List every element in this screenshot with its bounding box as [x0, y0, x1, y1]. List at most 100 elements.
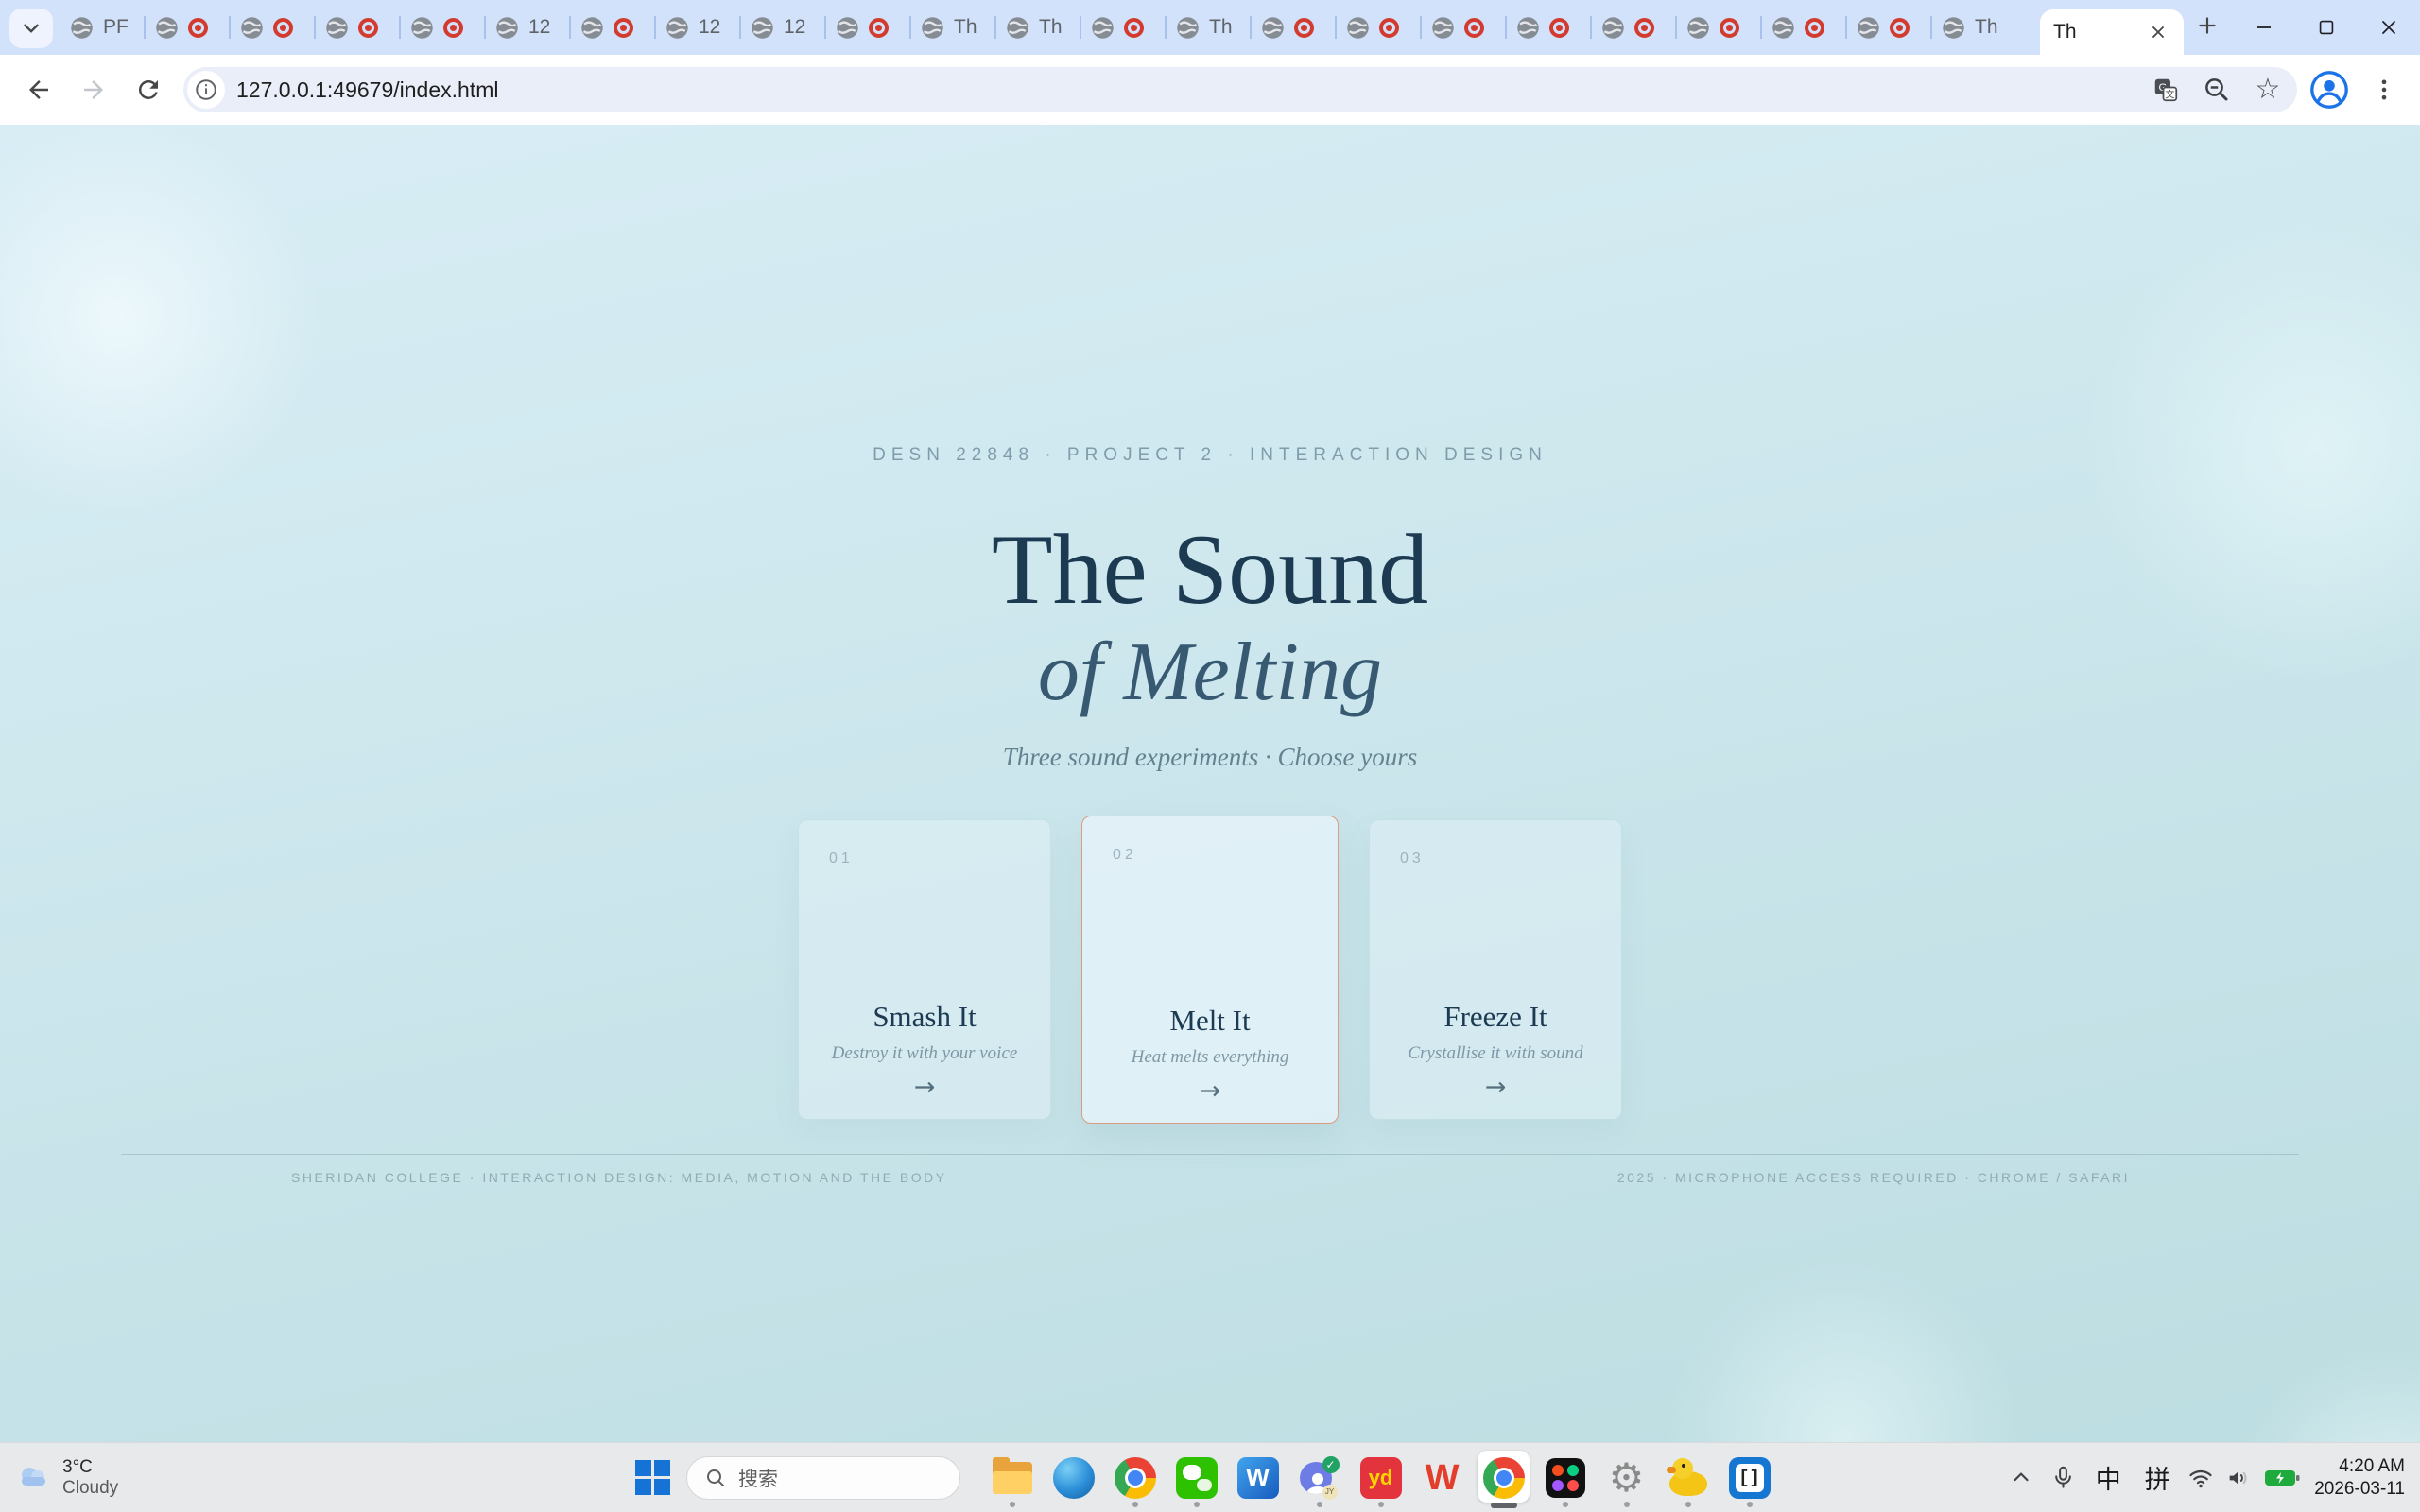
browser-tab[interactable]	[1250, 0, 1335, 55]
rubber-duck-icon[interactable]	[1657, 1447, 1719, 1509]
translate-button[interactable]: G文	[2146, 70, 2186, 110]
wechat-icon[interactable]	[1166, 1447, 1227, 1509]
running-indicator	[1194, 1502, 1200, 1507]
browser-tab[interactable]: Th	[994, 0, 1080, 55]
edge-icon[interactable]	[1043, 1447, 1104, 1509]
browser-tab[interactable]	[1675, 0, 1760, 55]
arrow-right-icon[interactable]: →	[1082, 1076, 1338, 1106]
microphone-tray-button[interactable]	[2042, 1453, 2083, 1503]
weather-condition: Cloudy	[62, 1478, 118, 1499]
reload-button[interactable]	[123, 64, 174, 115]
svg-text:文: 文	[2165, 88, 2174, 100]
word-icon[interactable]: W	[1227, 1447, 1288, 1509]
close-tab-icon[interactable]	[2146, 20, 2170, 44]
close-window-button[interactable]	[2358, 0, 2420, 55]
wifi-button[interactable]	[2182, 1453, 2220, 1503]
start-button[interactable]	[626, 1449, 679, 1507]
taskbar-search[interactable]: 搜索	[686, 1456, 960, 1500]
browser-tab[interactable]: 12	[654, 0, 739, 55]
arrow-right-icon[interactable]: →	[1370, 1073, 1621, 1102]
bracket-app-icon[interactable]: []	[1719, 1447, 1780, 1509]
browser-tab[interactable]: 12	[739, 0, 824, 55]
browser-tab[interactable]	[229, 0, 314, 55]
footer-left-text: SHERIDAN COLLEGE · INTERACTION DESIGN: M…	[291, 1170, 947, 1185]
weather-widget[interactable]: 3°C Cloudy	[15, 1457, 118, 1499]
volume-button[interactable]	[2220, 1453, 2257, 1503]
ime-mode-button[interactable]: 拼	[2133, 1453, 2182, 1503]
new-tab-button[interactable]	[2186, 4, 2229, 47]
url-text[interactable]: 127.0.0.1:49679/index.html	[236, 77, 2135, 103]
browser-tab[interactable]	[1590, 0, 1675, 55]
tray-overflow-button[interactable]	[2000, 1453, 2042, 1503]
active-tab[interactable]: Th	[2040, 9, 2184, 55]
running-indicator	[1563, 1502, 1568, 1507]
wps-icon[interactable]: W	[1411, 1447, 1473, 1509]
recording-indicator-icon	[358, 18, 378, 38]
youdao-icon[interactable]: yd	[1350, 1447, 1411, 1509]
account-icon[interactable]: ✓ JY	[1288, 1447, 1350, 1509]
bookmark-button[interactable]: ☆	[2248, 70, 2288, 110]
card-smash-it[interactable]: 01 Smash It Destroy it with your voice →	[798, 819, 1051, 1120]
decorative-blob	[1664, 1259, 2023, 1442]
browser-menu-button[interactable]	[2361, 67, 2407, 112]
eyebrow-text: DESN 22848 · PROJECT 2 · INTERACTION DES…	[0, 442, 2420, 469]
file-explorer-icon[interactable]	[981, 1447, 1043, 1509]
browser-tab[interactable]: Th	[909, 0, 994, 55]
card-description: Crystallise it with sound	[1370, 1043, 1621, 1064]
weather-temperature: 3°C	[62, 1457, 118, 1478]
recording-indicator-icon	[614, 18, 633, 38]
browser-tab[interactable]	[399, 0, 484, 55]
card-description: Destroy it with your voice	[799, 1043, 1050, 1064]
star-icon: ☆	[2256, 76, 2281, 104]
forward-button[interactable]	[68, 64, 119, 115]
maximize-icon	[2316, 17, 2337, 38]
browser-tab[interactable]	[314, 0, 399, 55]
globe-favicon-icon	[1005, 15, 1030, 41]
tab-label: 12	[784, 16, 805, 39]
ime-language-button[interactable]: 中	[2083, 1453, 2133, 1503]
clock-widget[interactable]: 4:20 AM 2026-03-11	[2314, 1455, 2412, 1501]
profile-button[interactable]	[2307, 67, 2352, 112]
tab-label: PF	[103, 16, 129, 39]
zoom-button[interactable]	[2197, 70, 2237, 110]
battery-button[interactable]	[2257, 1453, 2307, 1503]
chevron-up-icon	[2009, 1466, 2033, 1490]
chrome-active-icon[interactable]	[1473, 1447, 1534, 1509]
browser-tab[interactable]: 12	[484, 0, 569, 55]
maximize-button[interactable]	[2295, 0, 2358, 55]
browser-tab[interactable]: Th	[1165, 0, 1250, 55]
tab-label: Th	[954, 16, 977, 39]
site-info-button[interactable]	[187, 71, 225, 109]
browser-tab[interactable]	[1335, 0, 1420, 55]
recording-indicator-icon	[1379, 18, 1399, 38]
browser-tab[interactable]	[1420, 0, 1505, 55]
card-freeze-it[interactable]: 03 Freeze It Crystallise it with sound →	[1369, 819, 1622, 1120]
card-melt-it[interactable]: 02 Melt It Heat melts everything →	[1081, 816, 1339, 1124]
browser-tab[interactable]	[569, 0, 654, 55]
browser-tab[interactable]	[1845, 0, 1930, 55]
browser-tab[interactable]	[824, 0, 909, 55]
ime-mode-label: 拼	[2145, 1459, 2170, 1496]
address-bar[interactable]: 127.0.0.1:49679/index.html G文 ☆	[183, 67, 2297, 112]
browser-tab[interactable]	[1505, 0, 1590, 55]
tab-label: Th	[1039, 16, 1063, 39]
translate-icon: G文	[2152, 76, 2180, 104]
card-number: 03	[1400, 850, 1425, 868]
minimize-button[interactable]	[2233, 0, 2295, 55]
globe-favicon-icon	[750, 15, 775, 41]
figma-icon[interactable]	[1534, 1447, 1596, 1509]
browser-tab[interactable]	[1080, 0, 1165, 55]
browser-tab[interactable]: PF	[59, 0, 144, 55]
arrow-right-icon[interactable]: →	[799, 1073, 1050, 1102]
tab-search-button[interactable]	[9, 9, 53, 48]
check-badge-icon: ✓	[1322, 1456, 1340, 1473]
running-indicator	[1132, 1502, 1138, 1507]
browser-tab[interactable]	[1760, 0, 1845, 55]
info-icon	[194, 77, 218, 102]
back-button[interactable]	[13, 64, 64, 115]
card-number: 01	[829, 850, 854, 868]
settings-icon[interactable]: ⚙	[1596, 1447, 1657, 1509]
chrome-icon[interactable]	[1104, 1447, 1166, 1509]
browser-tab[interactable]	[144, 0, 229, 55]
browser-tab[interactable]: Th	[1930, 0, 2015, 55]
